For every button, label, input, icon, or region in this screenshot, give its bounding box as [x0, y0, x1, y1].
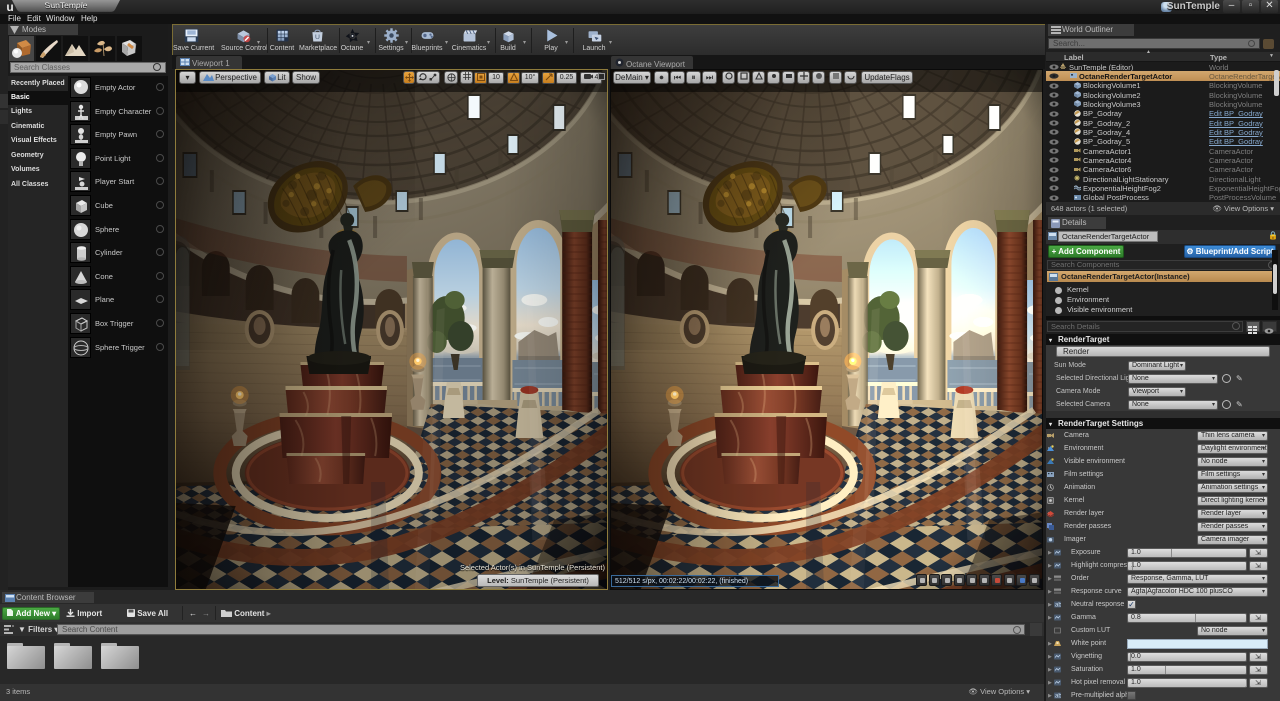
svg-text:U: U: [315, 34, 320, 41]
svg-text:ab: ab: [1055, 603, 1061, 609]
svg-text:ab: ab: [1055, 694, 1061, 700]
